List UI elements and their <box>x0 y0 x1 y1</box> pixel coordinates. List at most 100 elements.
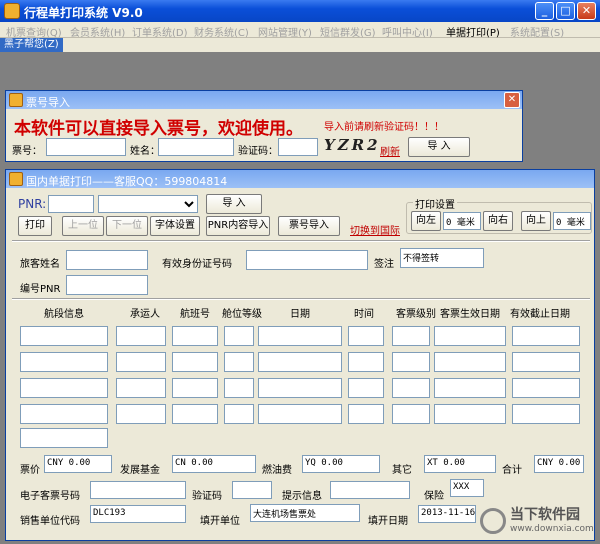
pnr-dropdown[interactable] <box>98 195 198 213</box>
issuer-input[interactable]: 大连机场售票处 <box>250 504 360 522</box>
segment-cell-r3-c1[interactable] <box>20 378 108 398</box>
menu-bar: 机票查询(Q) 会员系统(H) 订单系统(D) 财务系统(C) 网站管理(Y) … <box>0 22 600 39</box>
agent-code-label: 销售单位代码 <box>20 516 80 527</box>
segment-cell-r4-c8[interactable] <box>434 404 506 424</box>
fare-input[interactable]: CNY 0.00 <box>44 455 112 473</box>
segment-cell-r3-c9[interactable] <box>512 378 580 398</box>
captcha-input[interactable] <box>278 138 318 156</box>
next-button[interactable]: 下一位 <box>106 216 148 236</box>
move-left-button[interactable]: 向左 <box>411 211 441 231</box>
segment-cell-r4-c2[interactable] <box>116 404 166 424</box>
menu-settings[interactable]: 系统配置(S) <box>510 24 564 39</box>
endorsement-input[interactable]: 不得签转 <box>400 248 484 268</box>
id-number-input[interactable] <box>246 250 368 270</box>
pnr-import-button[interactable]: 导 入 <box>206 194 262 214</box>
other-fee-input[interactable]: XT 0.00 <box>424 455 496 473</box>
ticket-number-label: 票号： <box>12 146 42 157</box>
switch-international-link[interactable]: 切换到国际 <box>350 222 400 237</box>
eticket-input[interactable] <box>90 481 186 499</box>
menu-website[interactable]: 网站管理(Y) <box>258 24 312 39</box>
font-settings-button[interactable]: 字体设置 <box>150 216 200 236</box>
insurance-input[interactable]: XXX <box>450 479 484 497</box>
menu-sms[interactable]: 短信群发(G) <box>320 24 376 39</box>
agent-code-input[interactable]: DLC193 <box>90 505 186 523</box>
hint-input[interactable] <box>330 481 410 499</box>
ticket-import-button[interactable]: 票号导入 <box>278 216 340 236</box>
pnr-input[interactable] <box>48 195 94 213</box>
segment-cell-r4-c7[interactable] <box>392 404 430 424</box>
ticket-number-input[interactable] <box>46 138 126 156</box>
dev-fund-input[interactable]: CN 0.00 <box>172 455 256 473</box>
refresh-captcha-link[interactable]: 刷新 <box>380 143 400 158</box>
segment-cell-r4-c4[interactable] <box>224 404 254 424</box>
menu-member[interactable]: 会员系统(H) <box>70 24 125 39</box>
segment-cell-r4-c1[interactable] <box>20 404 108 424</box>
pnr-code-input[interactable] <box>66 275 148 295</box>
menu-finance[interactable]: 财务系统(C) <box>194 24 249 39</box>
verify-code-input[interactable] <box>232 481 272 499</box>
menu-ticket-query[interactable]: 机票查询(Q) <box>6 24 62 39</box>
segment-cell-r3-c6[interactable] <box>348 378 384 398</box>
segment-cell-r1-c5[interactable] <box>258 326 342 346</box>
refresh-warning: 导入前请刷新验证码！！！ <box>324 122 444 133</box>
segment-cell-r2-c5[interactable] <box>258 352 342 372</box>
close-button[interactable]: ✕ <box>577 2 596 20</box>
segment-cell-r3-c5[interactable] <box>258 378 342 398</box>
name-input[interactable] <box>158 138 234 156</box>
segment-cell-r2-c6[interactable] <box>348 352 384 372</box>
maximize-button[interactable]: □ <box>556 2 575 20</box>
passenger-name-input[interactable] <box>66 250 148 270</box>
pnr-label: PNR: <box>18 197 47 211</box>
segment-cell-r1-c1[interactable] <box>20 326 108 346</box>
segment-cell-r1-c8[interactable] <box>434 326 506 346</box>
menu-callcenter[interactable]: 呼叫中心(I) <box>382 24 433 39</box>
segment-cell-r3-c4[interactable] <box>224 378 254 398</box>
menu-order[interactable]: 订单系统(D) <box>132 24 188 39</box>
segment-cell-r2-c7[interactable] <box>392 352 430 372</box>
segment-cell-r2-c2[interactable] <box>116 352 166 372</box>
segment-cell-r1-c2[interactable] <box>116 326 166 346</box>
segment-cell-r1-c6[interactable] <box>348 326 384 346</box>
left-offset-input[interactable]: 0 毫米 <box>443 212 481 230</box>
import-window: 票号导入 ✕ 本软件可以直接导入票号，欢迎使用。 导入前请刷新验证码！！！ 票号… <box>5 90 523 162</box>
up-offset-input[interactable]: 0 毫米 <box>553 212 591 230</box>
segment-cell-r2-c4[interactable] <box>224 352 254 372</box>
move-up-button[interactable]: 向上 <box>521 211 551 231</box>
segment-cell-r4-c9[interactable] <box>512 404 580 424</box>
segment-cell-r4-c3[interactable] <box>172 404 218 424</box>
segment-cell-r3-c3[interactable] <box>172 378 218 398</box>
fare-label: 票价 <box>20 465 40 476</box>
col-segment: 航段信息 <box>44 309 84 320</box>
issue-date-input[interactable]: 2013-11-16 <box>418 505 476 523</box>
segment-cell-r1-c9[interactable] <box>512 326 580 346</box>
segment-cell-r2-c8[interactable] <box>434 352 506 372</box>
title-bar: 行程单打印系统 V9.0 _ □ ✕ <box>0 0 600 22</box>
prev-button[interactable]: 上一位 <box>62 216 104 236</box>
segment-cell-r4-c6[interactable] <box>348 404 384 424</box>
minimize-button[interactable]: _ <box>535 2 554 20</box>
fuel-input[interactable]: YQ 0.00 <box>302 455 380 473</box>
total-label: 合计 <box>502 465 522 476</box>
print-button[interactable]: 打印 <box>18 216 52 236</box>
col-carrier: 承运人 <box>130 309 160 320</box>
move-right-button[interactable]: 向右 <box>483 211 513 231</box>
segment-cell-r2-c9[interactable] <box>512 352 580 372</box>
import-ticket-button[interactable]: 导 入 <box>408 137 470 157</box>
pnr-content-import-button[interactable]: PNR内容导入 <box>206 216 270 236</box>
menu-bar-row2 <box>0 38 600 52</box>
segment-extra-input[interactable] <box>20 428 108 448</box>
segment-cell-r3-c2[interactable] <box>116 378 166 398</box>
import-window-close-button[interactable]: ✕ <box>504 92 520 108</box>
import-window-titlebar: 票号导入 ✕ <box>6 91 522 109</box>
menu-help[interactable]: 黑子帮您(Z) <box>0 38 63 52</box>
segment-cell-r3-c7[interactable] <box>392 378 430 398</box>
segment-cell-r2-c1[interactable] <box>20 352 108 372</box>
total-input[interactable]: CNY 0.00 <box>534 455 584 473</box>
segment-cell-r4-c5[interactable] <box>258 404 342 424</box>
segment-cell-r1-c4[interactable] <box>224 326 254 346</box>
menu-print[interactable]: 单据打印(P) <box>446 24 500 39</box>
segment-cell-r3-c8[interactable] <box>434 378 506 398</box>
segment-cell-r2-c3[interactable] <box>172 352 218 372</box>
segment-cell-r1-c7[interactable] <box>392 326 430 346</box>
segment-cell-r1-c3[interactable] <box>172 326 218 346</box>
